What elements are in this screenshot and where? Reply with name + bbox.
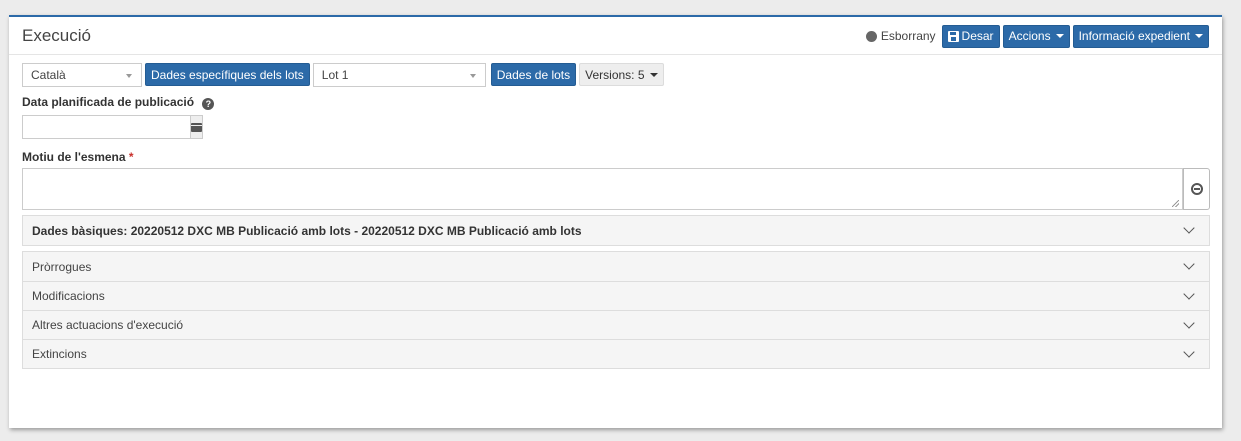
caret-down-icon bbox=[1195, 34, 1203, 38]
accordion-item-modificacions[interactable]: Modificacions bbox=[23, 281, 1209, 310]
panel-header: Execució Esborrany Desar Accions Informa… bbox=[9, 17, 1222, 55]
caret-down-icon bbox=[649, 72, 658, 77]
execution-accordion: Pròrrogues Modificacions Altres actuacio… bbox=[22, 251, 1210, 369]
chevron-down-icon bbox=[1183, 258, 1195, 270]
accordion-item-prorrogues[interactable]: Pròrrogues bbox=[23, 252, 1209, 281]
calendar-icon bbox=[191, 122, 202, 132]
dropdown-arrow-icon bbox=[469, 73, 476, 78]
versions-button[interactable]: Versions: 5 bbox=[579, 63, 664, 86]
required-mark: * bbox=[128, 150, 134, 164]
motiu-label: Motiu de l'esmena * bbox=[22, 150, 134, 164]
chevron-down-icon bbox=[1183, 222, 1195, 234]
publication-date-label: Data planificada de publicació ? bbox=[22, 95, 215, 110]
question-circle-icon[interactable]: ? bbox=[202, 98, 215, 110]
publication-date-label-text: Data planificada de publicació bbox=[22, 95, 195, 109]
publication-date-field bbox=[22, 115, 203, 139]
circle-icon bbox=[865, 30, 877, 42]
header-actions: Esborrany Desar Accions Informació exped… bbox=[865, 24, 1209, 48]
accordion-item-label: Dades bàsiques: 20220512 DXC MB Publicac… bbox=[32, 223, 582, 238]
chevron-down-icon bbox=[1183, 345, 1195, 358]
caret-down-icon bbox=[1055, 34, 1064, 38]
page-title: Execució bbox=[22, 26, 91, 45]
accordion-item-label: Altres actuacions d'execució bbox=[32, 318, 184, 332]
motiu-field bbox=[22, 168, 1210, 210]
motiu-textarea[interactable] bbox=[22, 168, 1183, 210]
globe-icon bbox=[1190, 183, 1203, 195]
accordion-item-label: Pròrrogues bbox=[32, 259, 92, 274]
toolbar: Català Dades específiques dels lots Lot … bbox=[22, 62, 664, 87]
execucio-panel: Execució Esborrany Desar Accions Informa… bbox=[9, 15, 1222, 428]
lot-select[interactable]: Lot 1 bbox=[312, 62, 486, 87]
lots-data-button[interactable]: Dades de lots bbox=[490, 63, 577, 86]
info-expedient-button[interactable]: Informació expedient bbox=[1072, 24, 1209, 48]
accordion-item-label: Modificacions bbox=[32, 289, 105, 303]
accordion-item-basic-data[interactable]: Dades bàsiques: 20220512 DXC MB Publicac… bbox=[23, 216, 1209, 245]
status-label: Esborrany bbox=[880, 29, 936, 43]
language-value: Català bbox=[31, 67, 66, 82]
save-button[interactable]: Desar bbox=[941, 24, 1000, 48]
actions-button[interactable]: Accions bbox=[1002, 24, 1070, 48]
actions-label: Accions bbox=[1008, 29, 1051, 43]
floppy-disk-icon bbox=[947, 30, 959, 42]
chevron-down-icon bbox=[1183, 287, 1195, 300]
publication-date-input[interactable] bbox=[22, 115, 190, 139]
calendar-button[interactable] bbox=[190, 115, 203, 139]
status-badge: Esborrany bbox=[865, 29, 936, 43]
resize-grip-icon[interactable] bbox=[1172, 200, 1179, 207]
accordion-item-extincions[interactable]: Extincions bbox=[23, 339, 1209, 368]
motiu-label-text: Motiu de l'esmena bbox=[22, 150, 126, 164]
save-label: Desar bbox=[961, 29, 994, 43]
versions-label: Versions: 5 bbox=[585, 67, 645, 82]
info-expedient-label: Informació expedient bbox=[1078, 29, 1190, 43]
chevron-down-icon bbox=[1183, 316, 1195, 329]
basic-data-accordion: Dades bàsiques: 20220512 DXC MB Publicac… bbox=[22, 215, 1210, 246]
translate-button[interactable] bbox=[1183, 168, 1210, 210]
accordion-item-altres-actuacions[interactable]: Altres actuacions d'execució bbox=[23, 310, 1209, 339]
accordion-item-label: Extincions bbox=[32, 347, 87, 361]
lot-select-value: Lot 1 bbox=[321, 67, 349, 82]
lot-specific-data-button[interactable]: Dades específiques dels lots bbox=[145, 63, 310, 86]
dropdown-arrow-icon bbox=[126, 73, 132, 78]
language-select[interactable]: Català bbox=[22, 62, 142, 87]
